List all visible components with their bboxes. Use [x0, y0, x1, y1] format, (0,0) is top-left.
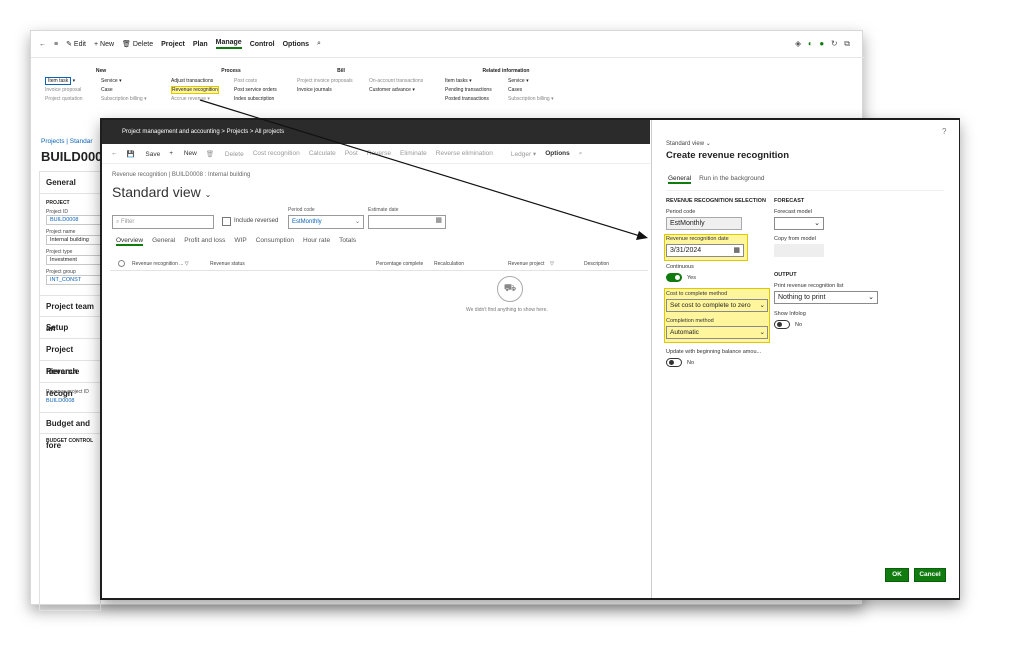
annotation-arrow — [199, 99, 648, 240]
